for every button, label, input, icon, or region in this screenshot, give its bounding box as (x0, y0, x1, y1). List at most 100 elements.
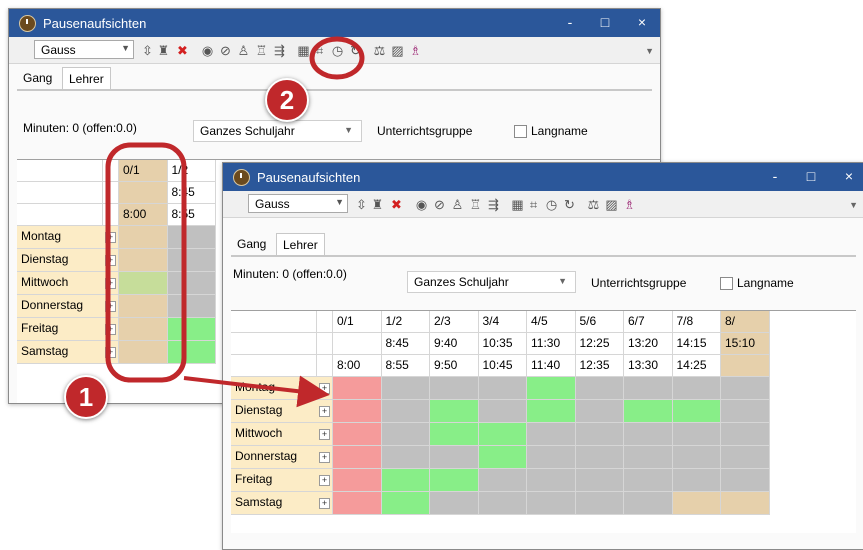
arrange-icon[interactable]: ⇳ (139, 42, 156, 59)
schedule-cell[interactable] (381, 492, 430, 515)
scales-icon[interactable]: ⚖ (585, 196, 602, 213)
eye-icon[interactable]: ◉ (199, 42, 216, 59)
schedule-cell[interactable] (333, 492, 382, 515)
schedule-cell[interactable] (721, 377, 770, 400)
minimize-button[interactable]: - (764, 167, 786, 185)
schedule-cell[interactable] (672, 377, 721, 400)
hat-icon[interactable]: ♜ (155, 42, 172, 59)
schedule-cell[interactable] (721, 446, 770, 469)
expand-icon[interactable]: + (319, 452, 330, 463)
schedule-cell[interactable] (527, 377, 576, 400)
schedule-cell[interactable] (478, 469, 527, 492)
schedule-cell[interactable] (624, 469, 673, 492)
schedule-cell[interactable] (430, 423, 479, 446)
schedule-cell[interactable] (672, 492, 721, 515)
tab-lehrer[interactable]: Lehrer (276, 233, 325, 255)
langname-checkbox[interactable] (514, 125, 527, 138)
schedule-cell[interactable] (721, 400, 770, 423)
schedule-cell[interactable] (624, 492, 673, 515)
schedule-cell[interactable] (575, 377, 624, 400)
schedule-cell[interactable] (527, 423, 576, 446)
clock-icon[interactable]: ◷ (329, 42, 346, 59)
schedule-cell[interactable] (575, 400, 624, 423)
crop-icon[interactable]: ⌗ (311, 42, 328, 59)
schedule-cell[interactable] (624, 400, 673, 423)
schedule-cell[interactable] (381, 446, 430, 469)
schedule-cell[interactable] (381, 377, 430, 400)
teacher-select[interactable]: Gauss ▼ (248, 194, 348, 213)
schedule-cell[interactable] (381, 400, 430, 423)
maximize-button[interactable]: □ (594, 13, 616, 31)
people-icon[interactable]: ♗ (407, 42, 424, 59)
schedule-cell[interactable] (575, 423, 624, 446)
person-tool-icon[interactable]: ♖ (253, 42, 270, 59)
schedule-cell[interactable] (527, 469, 576, 492)
person-tool-icon[interactable]: ♖ (467, 196, 484, 213)
schedule-cell[interactable] (478, 400, 527, 423)
schedule-cell[interactable] (721, 469, 770, 492)
schedule-cell[interactable] (624, 446, 673, 469)
period-select[interactable]: Ganzes Schuljahr ▼ (407, 271, 576, 293)
schedule-cell[interactable] (119, 318, 168, 341)
schedule-cell[interactable] (478, 446, 527, 469)
assign-icon[interactable]: ⇶ (485, 196, 502, 213)
schedule-cell[interactable] (167, 318, 216, 341)
schedule-cell[interactable] (119, 226, 168, 249)
expand-icon[interactable]: + (105, 278, 116, 289)
maximize-button[interactable]: □ (800, 167, 822, 185)
clock-icon[interactable]: ◷ (543, 196, 560, 213)
expand-icon[interactable]: + (105, 301, 116, 312)
title-bar[interactable]: Pausenaufsichten - □ × (223, 163, 863, 191)
schedule-cell[interactable] (167, 249, 216, 272)
toolbar-overflow-icon[interactable]: ▼ (849, 200, 858, 210)
teacher-select[interactable]: Gauss ▼ (34, 40, 134, 59)
schedule-cell[interactable] (430, 400, 479, 423)
schedule-cell[interactable] (167, 341, 216, 364)
close-button[interactable]: × (838, 167, 860, 185)
schedule-cell[interactable] (721, 492, 770, 515)
schedule-cell[interactable] (381, 423, 430, 446)
schedule-cell[interactable] (624, 423, 673, 446)
persons-icon[interactable]: ♙ (449, 196, 466, 213)
schedule-cell[interactable] (333, 377, 382, 400)
expand-icon[interactable]: + (319, 406, 330, 417)
tab-gang[interactable]: Gang (17, 67, 58, 89)
schedule-cell[interactable] (624, 377, 673, 400)
period-select[interactable]: Ganzes Schuljahr ▼ (193, 120, 362, 142)
schedule-cell[interactable] (167, 226, 216, 249)
schedule-cell[interactable] (527, 400, 576, 423)
people-icon[interactable]: ♗ (621, 196, 638, 213)
schedule-cell[interactable] (527, 446, 576, 469)
tab-lehrer[interactable]: Lehrer (62, 67, 111, 89)
tab-gang[interactable]: Gang (231, 233, 272, 255)
eye-icon[interactable]: ◉ (413, 196, 430, 213)
calculator-icon[interactable]: ▦ (295, 42, 312, 59)
chart-icon[interactable]: ▨ (603, 196, 620, 213)
expand-icon[interactable]: + (319, 498, 330, 509)
eye-crossed-icon[interactable]: ⊘ (217, 42, 234, 59)
minimize-button[interactable]: - (559, 13, 581, 31)
schedule-cell[interactable] (119, 295, 168, 318)
schedule-cell[interactable] (333, 423, 382, 446)
schedule-cell[interactable] (119, 272, 168, 295)
delete-icon[interactable]: ✖ (388, 196, 405, 213)
expand-icon[interactable]: + (105, 324, 116, 335)
chart-icon[interactable]: ▨ (389, 42, 406, 59)
eye-crossed-icon[interactable]: ⊘ (431, 196, 448, 213)
schedule-cell[interactable] (721, 423, 770, 446)
schedule-cell[interactable] (478, 492, 527, 515)
schedule-cell[interactable] (478, 423, 527, 446)
schedule-cell[interactable] (333, 400, 382, 423)
crop-icon[interactable]: ⌗ (525, 196, 542, 213)
expand-icon[interactable]: + (105, 255, 116, 266)
schedule-cell[interactable] (672, 446, 721, 469)
refresh-icon[interactable]: ↻ (561, 196, 578, 213)
hat-icon[interactable]: ♜ (369, 196, 386, 213)
schedule-cell[interactable] (119, 249, 168, 272)
schedule-cell[interactable] (575, 469, 624, 492)
schedule-cell[interactable] (430, 446, 479, 469)
schedule-cell[interactable] (381, 469, 430, 492)
schedule-cell[interactable] (430, 469, 479, 492)
schedule-cell[interactable] (672, 469, 721, 492)
schedule-cell[interactable] (478, 377, 527, 400)
